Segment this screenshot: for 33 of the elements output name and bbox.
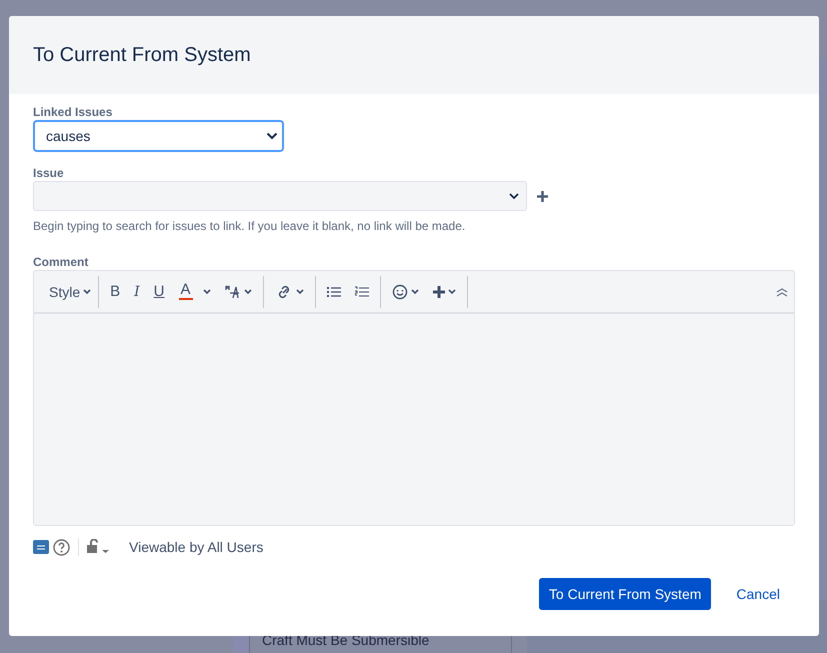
link-type-select[interactable]: causes bbox=[33, 120, 284, 152]
visibility-label: Viewable by All Users bbox=[129, 539, 264, 555]
field-label: Comment bbox=[33, 255, 90, 269]
chevron-icon bbox=[509, 192, 519, 200]
text-mode-icon[interactable] bbox=[33, 540, 49, 554]
caret-icon bbox=[202, 288, 211, 294]
italic-button[interactable]: I bbox=[128, 278, 146, 306]
chevron-icon bbox=[266, 132, 278, 140]
submit-button[interactable]: To Current From System bbox=[538, 578, 712, 610]
style-dropdown[interactable]: Style bbox=[45, 278, 94, 306]
text-color-button[interactable]: A bbox=[172, 278, 217, 306]
plus-icon bbox=[432, 286, 445, 298]
bullet-list-icon bbox=[326, 286, 341, 298]
caret-icon bbox=[448, 288, 456, 294]
field-label: Issue bbox=[33, 166, 65, 180]
caret-icon bbox=[410, 288, 419, 294]
comment-editor[interactable]: Style B I U A bbox=[33, 270, 795, 526]
collapse-icon[interactable] bbox=[776, 286, 788, 296]
text-size-icon bbox=[224, 284, 241, 298]
dialog-title: To Current From System bbox=[33, 44, 251, 66]
cancel-link[interactable]: Cancel bbox=[721, 586, 795, 602]
numbered-list-icon bbox=[354, 286, 369, 298]
field-label: Linked Issues bbox=[33, 105, 114, 119]
caret-icon bbox=[83, 288, 92, 294]
plus-icon[interactable] bbox=[537, 190, 548, 202]
underline-button[interactable]: U bbox=[148, 278, 171, 306]
caret-icon bbox=[244, 288, 252, 294]
card-title: Craft Must Be Submersible bbox=[262, 632, 430, 648]
help-icon[interactable] bbox=[53, 538, 70, 556]
caret-icon bbox=[296, 288, 304, 294]
smiley-icon bbox=[392, 284, 408, 300]
help-text: Begin typing to search for issues to link. If you leave it blank, no link will be made. bbox=[33, 219, 466, 233]
bold-button[interactable]: B bbox=[104, 278, 126, 306]
